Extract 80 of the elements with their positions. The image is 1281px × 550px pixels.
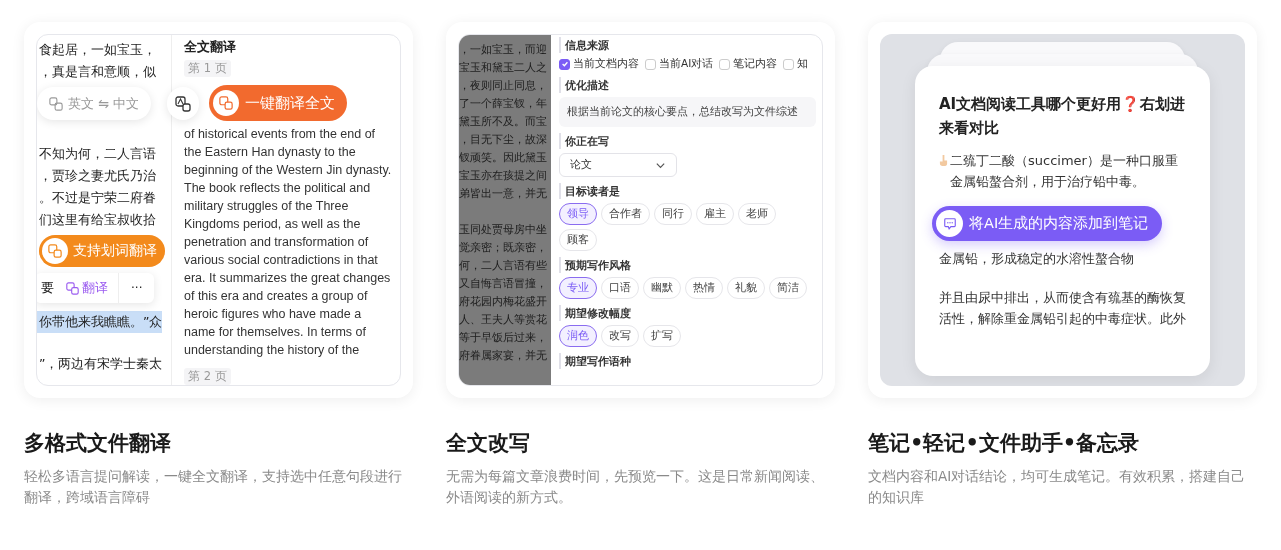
translation-text: of historical events from the end of the Eastern Han dynasty to the beginning of the Western Jin dynasty. The book reflects the political and military struggles of the Three Kingdoms period, as well as the penetration and transformation of various social contradictions in that era. It summarizes the great changes of this era and creates a group of heroic figures who have made a name for themselves. In terms of understanding the history of the <box>184 126 392 359</box>
feature-title: 全文改写 <box>446 430 531 457</box>
option-chip[interactable]: 幽默 <box>643 277 681 299</box>
page-label: 第 1 页 <box>184 60 231 77</box>
source-checkbox[interactable]: 当前AI对话 <box>645 57 714 71</box>
option-chip[interactable]: 润色 <box>559 325 597 347</box>
source-text-line: 。不过是宁荣二府眷 <box>38 189 157 207</box>
source-text-line: 不知为何，二人言语 <box>38 145 157 163</box>
section-label: 优化描述 <box>559 77 609 93</box>
document-text-line: 又自悔言语冒撞， <box>459 276 548 292</box>
note-title: AI文档阅读工具哪个更好用❓右划进来看对比 <box>939 94 1187 139</box>
note-paragraph: 二巯丁二酸（succimer）是一种口服重金属铅螯合剂，用于治疗铅中毒。 <box>950 152 1179 191</box>
chat-icon <box>936 210 963 237</box>
document-text-line: 何，二人言语有些 <box>459 258 548 274</box>
translate-menu-item[interactable]: 翻译 <box>62 279 118 297</box>
document-text-line: ，目无下尘，故深 <box>459 132 548 148</box>
feature-title: 笔记•轻记•文件助手•备忘录 <box>868 430 1141 457</box>
document-text-line: 等于早饭后过来， <box>459 330 548 346</box>
toolbar-label: 要 <box>40 279 55 297</box>
option-chip[interactable]: 老师 <box>738 203 776 225</box>
section-label: 预期写作风格 <box>559 257 631 273</box>
more-button[interactable]: ··· <box>118 273 155 303</box>
note-paragraph: 金属铅，形成稳定的水溶性螯合物 <box>939 250 1135 268</box>
note-paragraph: 并且由尿中排出，从而使含有巯基的酶恢复活性，解除重金属铅引起的中毒症状。此外 <box>939 289 1187 328</box>
section-label: 你正在写 <box>559 133 609 149</box>
translate-icon <box>175 95 191 112</box>
source-checkbox[interactable]: 知 <box>783 57 809 71</box>
document-text-line: 府眷属家宴，并无 <box>459 348 548 364</box>
option-chip[interactable]: 顾客 <box>559 229 597 251</box>
feature-description: 无需为每篇文章浪费时间，先预览一下。这是日常新闻阅读、外语阅读的新方式。 <box>446 467 825 507</box>
option-chip[interactable]: 领导 <box>559 203 597 225</box>
add-to-notes-button[interactable]: 将AI生成的内容添加到笔记 <box>932 206 1163 241</box>
source-text-line: ”，两边有宋学士秦太 <box>38 355 164 373</box>
section-label: 信息来源 <box>559 37 609 53</box>
document-text-line: 宝玉亦在孩提之间 <box>459 168 548 184</box>
section-label: 期望写作语种 <box>559 353 631 369</box>
description-field[interactable]: 根据当前论文的核心要点，总结改写为文件综述 <box>559 97 816 127</box>
document-text-line: 觉亲密；既亲密， <box>459 240 548 256</box>
option-chip[interactable]: 简洁 <box>769 277 807 299</box>
option-chip[interactable]: 专业 <box>559 277 597 299</box>
document-text-line: 宝玉和黛玉二人之 <box>459 60 548 76</box>
translate-icon <box>49 96 63 111</box>
source-text-line: ，贾珍之妻尤氏乃治 <box>38 167 157 185</box>
panel-title: 全文翻译 <box>184 38 236 56</box>
feature-title: 多格式文件翻译 <box>24 430 172 457</box>
option-chip[interactable]: 礼貌 <box>727 277 765 299</box>
source-checkbox[interactable]: 笔记内容 <box>719 57 778 71</box>
option-chip[interactable]: 合作者 <box>601 203 650 225</box>
source-text-line: ，真是言和意顺，似 <box>38 63 157 81</box>
translate-button[interactable] <box>167 87 199 120</box>
option-chip[interactable]: 扩写 <box>643 325 681 347</box>
document-text-line: 了一个薛宝钗，年 <box>459 96 548 112</box>
source-text-line: 食起居，一如宝玉， <box>38 41 157 59</box>
option-chip[interactable]: 热情 <box>685 277 723 299</box>
document-text-line: 弟皆出一意，并无 <box>459 186 548 202</box>
translate-icon <box>213 90 239 116</box>
option-chip[interactable]: 改写 <box>601 325 639 347</box>
source-text-line: 们这里有给宝叔收拾 <box>38 211 157 229</box>
checkmark-icon <box>560 60 569 68</box>
page-label: 第 2 页 <box>184 368 231 385</box>
translate-icon <box>42 238 68 264</box>
feature-description: 文档内容和AI对话结论，均可生成笔记。有效积累，搭建自己的知识库 <box>868 467 1247 507</box>
document-type-select[interactable]: 论文 <box>559 153 677 177</box>
document-text-line: ，夜则同止同息， <box>459 78 548 94</box>
option-chip[interactable]: 同行 <box>654 203 692 225</box>
translate-icon <box>66 281 79 295</box>
document-text-line: 人、王夫人等赏花 <box>459 312 548 328</box>
section-label: 目标读者是 <box>559 183 620 199</box>
pointing-hand-icon <box>939 154 948 167</box>
badge-label: 支持划词翻译 <box>73 242 157 260</box>
option-chip[interactable]: 雇主 <box>696 203 734 225</box>
section-label: 期望修改幅度 <box>559 305 631 321</box>
document-text-line: 钗顽笑。因此黛玉 <box>459 150 548 166</box>
feature-description: 轻松多语言提问解读，一键全文翻译，支持选中任意句段进行翻译，跨域语言障碍 <box>24 467 403 507</box>
document-text-line: 黛玉所不及。而宝 <box>459 114 548 130</box>
document-text-line: ，一如宝玉，而迎 <box>459 42 548 58</box>
option-chip[interactable]: 口语 <box>601 277 639 299</box>
document-text-line: 府花园内梅花盛开 <box>459 294 548 310</box>
source-checkbox[interactable]: 当前文档内容 <box>559 57 639 71</box>
document-text-line: 玉同处贾母房中坐 <box>459 222 548 238</box>
